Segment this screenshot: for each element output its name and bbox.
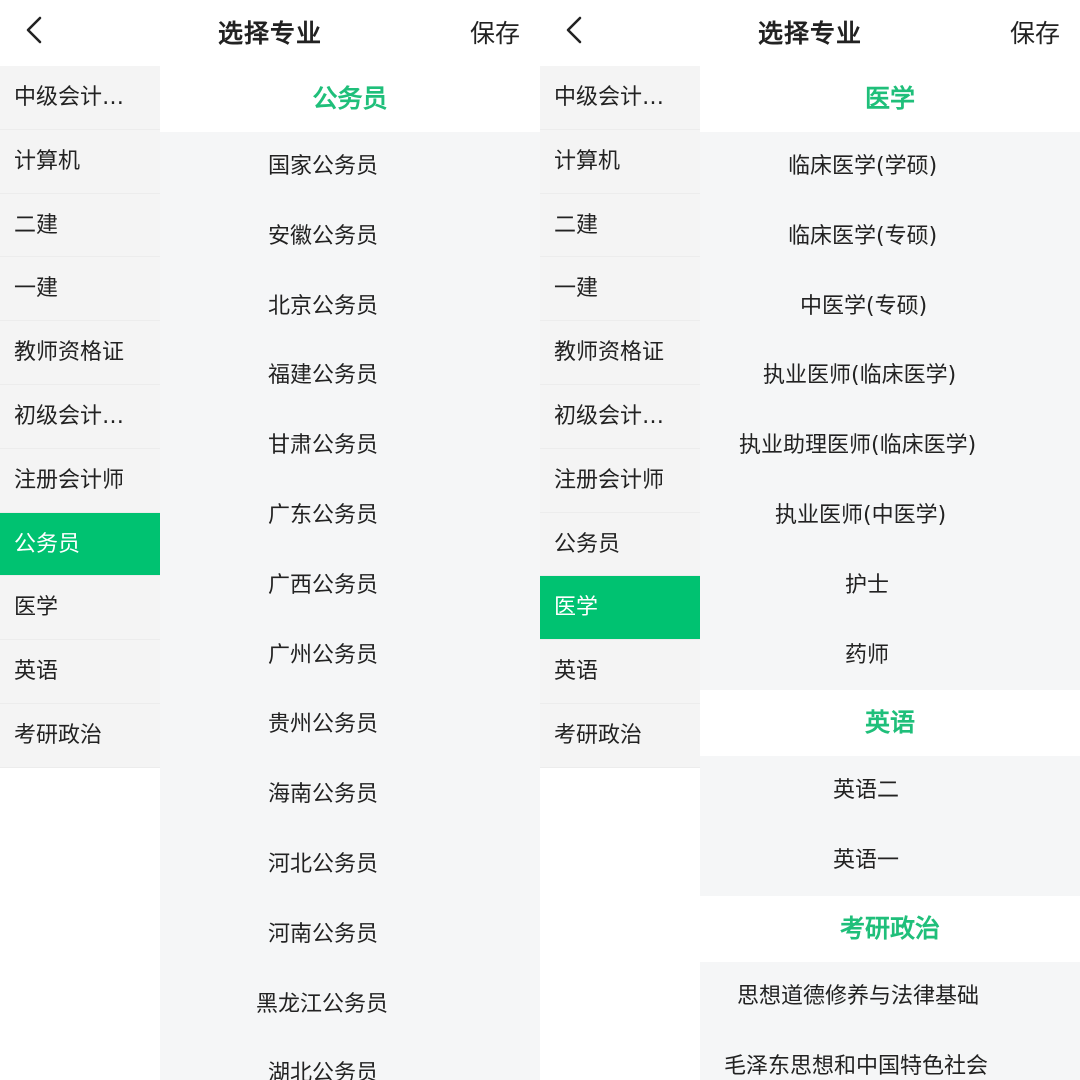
- chevron-left-icon: [26, 16, 42, 44]
- subject-item[interactable]: 中医学(专硕): [700, 272, 1080, 342]
- sidebar-item[interactable]: 注册会计师: [540, 448, 700, 513]
- subject-item[interactable]: 河南公务员: [160, 900, 540, 970]
- subject-item[interactable]: 执业医师(中医学): [700, 481, 1080, 551]
- subject-item[interactable]: 甘肃公务员: [160, 411, 540, 481]
- subject-item[interactable]: 护士: [700, 551, 1080, 621]
- sidebar-item[interactable]: 公务员: [540, 512, 700, 577]
- subject-item[interactable]: 安徽公务员: [160, 202, 540, 272]
- subject-item[interactable]: 福建公务员: [160, 341, 540, 411]
- sidebar-item[interactable]: 初级会计…: [0, 384, 160, 449]
- subject-item[interactable]: 思想道德修养与法律基础: [700, 962, 1080, 1032]
- sidebar-item[interactable]: 英语: [0, 640, 160, 704]
- subject-item[interactable]: 广州公务员: [160, 621, 540, 691]
- sidebar-item[interactable]: 初级会计…: [540, 384, 700, 449]
- subject-item[interactable]: 临床医学(专硕): [700, 202, 1080, 272]
- chevron-left-icon: [566, 16, 582, 44]
- stage: 选择专业 保存 中级会计… 计算机 二建 一建 教师资格证 初级会计… 注册会计…: [0, 0, 1080, 1080]
- subject-item[interactable]: 英语二: [700, 756, 1080, 826]
- section-title: 英语: [700, 690, 1080, 757]
- subject-item[interactable]: 执业医师(临床医学): [700, 341, 1080, 411]
- save-button[interactable]: 保存: [470, 14, 520, 50]
- sidebar-item[interactable]: 计算机: [540, 129, 700, 194]
- sidebar-item[interactable]: 注册会计师: [0, 448, 160, 513]
- save-button[interactable]: 保存: [1010, 14, 1060, 50]
- sidebar-item[interactable]: 医学: [0, 576, 160, 641]
- screen-medicine: 选择专业 保存 中级会计… 计算机 二建 一建 教师资格证 初级会计… 注册会计…: [540, 0, 1080, 1080]
- section-items: 英语二 英语一: [700, 756, 1080, 896]
- sidebar-item-active[interactable]: 医学: [540, 576, 700, 641]
- subject-item[interactable]: 黑龙江公务员: [160, 970, 540, 1040]
- sidebar-item[interactable]: 中级会计…: [540, 66, 700, 130]
- nav-bar: 选择专业 保存: [540, 0, 1080, 64]
- subject-item[interactable]: 执业助理医师(临床医学): [700, 411, 1080, 481]
- sidebar-item[interactable]: 教师资格证: [540, 321, 700, 385]
- sidebar-item-active[interactable]: 公务员: [0, 512, 160, 577]
- subject-list: 公务员 国家公务员 安徽公务员 北京公务员 福建公务员 甘肃公务员 广东公务员 …: [160, 66, 540, 1080]
- subject-item[interactable]: 贵州公务员: [160, 690, 540, 760]
- subject-item[interactable]: 湖北公务员: [160, 1039, 540, 1080]
- section-title: 考研政治: [700, 895, 1080, 962]
- screen-civil-servant: 选择专业 保存 中级会计… 计算机 二建 一建 教师资格证 初级会计… 注册会计…: [0, 0, 540, 1080]
- back-button[interactable]: [560, 12, 592, 48]
- sidebar-item[interactable]: 考研政治: [0, 703, 160, 768]
- section-items: 国家公务员 安徽公务员 北京公务员 福建公务员 甘肃公务员 广东公务员 广西公务…: [160, 132, 540, 1080]
- sidebar-item[interactable]: 中级会计…: [0, 66, 160, 130]
- category-sidebar: 中级会计… 计算机 二建 一建 教师资格证 初级会计… 注册会计师 公务员 医学…: [540, 66, 700, 768]
- page-title: 选择专业: [757, 19, 862, 48]
- sidebar-item[interactable]: 二建: [540, 193, 700, 258]
- subject-item[interactable]: 河北公务员: [160, 830, 540, 900]
- subject-item[interactable]: 英语一: [700, 826, 1080, 896]
- subject-item[interactable]: 毛泽东思想和中国特色社会: [700, 1032, 1080, 1080]
- subject-item[interactable]: 海南公务员: [160, 760, 540, 830]
- category-sidebar: 中级会计… 计算机 二建 一建 教师资格证 初级会计… 注册会计师 公务员 医学…: [0, 66, 160, 768]
- sidebar-item[interactable]: 教师资格证: [0, 321, 160, 385]
- section-items: 思想道德修养与法律基础 毛泽东思想和中国特色社会: [700, 961, 1080, 1080]
- section-title: 公务员: [160, 66, 540, 132]
- sidebar-item[interactable]: 考研政治: [540, 703, 700, 768]
- nav-bar: 选择专业 保存: [0, 0, 540, 64]
- sidebar-item[interactable]: 二建: [0, 193, 160, 258]
- sidebar-item[interactable]: 英语: [540, 640, 700, 704]
- subject-item[interactable]: 药师: [700, 621, 1080, 691]
- section-items: 临床医学(学硕) 临床医学(专硕) 中医学(专硕) 执业医师(临床医学) 执业助…: [700, 132, 1080, 691]
- subject-item[interactable]: 广东公务员: [160, 481, 540, 551]
- sidebar-item[interactable]: 一建: [540, 257, 700, 322]
- section-title: 医学: [700, 66, 1080, 132]
- subject-item[interactable]: 临床医学(学硕): [700, 132, 1080, 202]
- sidebar-item[interactable]: 计算机: [0, 129, 160, 194]
- subject-item[interactable]: 广西公务员: [160, 551, 540, 621]
- page-title: 选择专业: [217, 19, 322, 48]
- subject-item[interactable]: 北京公务员: [160, 272, 540, 342]
- back-button[interactable]: [20, 12, 52, 48]
- sidebar-item[interactable]: 一建: [0, 257, 160, 322]
- subject-item[interactable]: 国家公务员: [160, 132, 540, 202]
- subject-list: 医学 临床医学(学硕) 临床医学(专硕) 中医学(专硕) 执业医师(临床医学) …: [700, 66, 1080, 1080]
